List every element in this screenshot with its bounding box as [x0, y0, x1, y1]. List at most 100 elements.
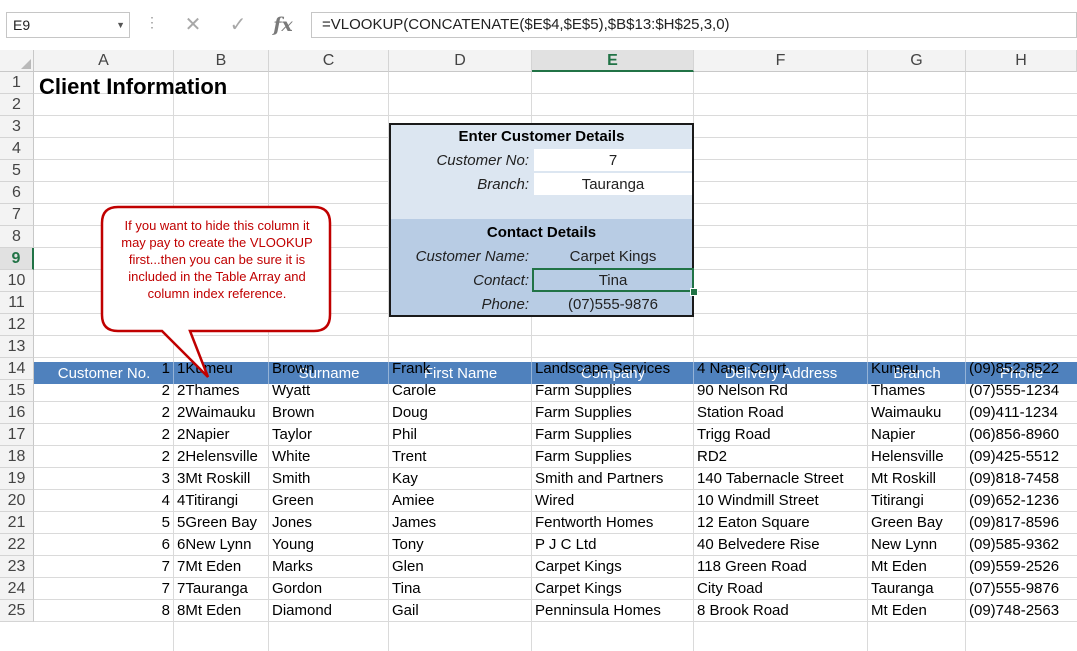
row-header-9[interactable]: 9 — [0, 248, 34, 270]
table-cell[interactable]: Frank — [392, 358, 531, 380]
table-cell[interactable]: 90 Nelson Rd — [697, 380, 867, 402]
phone-value[interactable]: (07)555-9876 — [534, 293, 692, 315]
table-cell[interactable]: Titirangi — [871, 490, 965, 512]
table-cell[interactable]: 7Tauranga — [177, 578, 268, 600]
table-cell[interactable]: 2 — [34, 402, 170, 424]
row-header-7[interactable]: 7 — [0, 204, 34, 226]
table-cell[interactable]: Kumeu — [871, 358, 965, 380]
table-cell[interactable]: 2 — [34, 446, 170, 468]
table-cell[interactable]: 4 — [34, 490, 170, 512]
table-cell[interactable]: Mt Roskill — [871, 468, 965, 490]
table-cell[interactable]: Farm Supplies — [535, 446, 693, 468]
table-cell[interactable]: 8Mt Eden — [177, 600, 268, 622]
table-cell[interactable]: James — [392, 512, 531, 534]
table-cell[interactable]: 2Helensville — [177, 446, 268, 468]
table-cell[interactable]: Glen — [392, 556, 531, 578]
table-cell[interactable]: 8 — [34, 600, 170, 622]
table-cell[interactable]: Diamond — [272, 600, 388, 622]
row-header-6[interactable]: 6 — [0, 182, 34, 204]
table-cell[interactable]: Farm Supplies — [535, 402, 693, 424]
customer-name-value[interactable]: Carpet Kings — [534, 245, 692, 267]
table-cell[interactable]: (09)652-1236 — [969, 490, 1076, 512]
table-cell[interactable]: 7 — [34, 578, 170, 600]
formula-input[interactable]: =VLOOKUP(CONCATENATE($E$4,$E$5),$B$13:$H… — [311, 12, 1077, 38]
table-cell[interactable]: Jones — [272, 512, 388, 534]
row-header-14[interactable]: 14 — [0, 358, 34, 380]
table-cell[interactable]: Gail — [392, 600, 531, 622]
column-header-f[interactable]: F — [694, 50, 868, 72]
branch-value[interactable]: Tauranga — [534, 173, 692, 195]
row-header-19[interactable]: 19 — [0, 468, 34, 490]
sheet-title[interactable]: Client Information — [39, 74, 227, 100]
table-cell[interactable]: Trent — [392, 446, 531, 468]
table-cell[interactable]: (09)425-5512 — [969, 446, 1076, 468]
row-header-21[interactable]: 21 — [0, 512, 34, 534]
table-cell[interactable]: Brown — [272, 402, 388, 424]
row-header-10[interactable]: 10 — [0, 270, 34, 292]
table-cell[interactable]: Wired — [535, 490, 693, 512]
table-cell[interactable]: Station Road — [697, 402, 867, 424]
more-options-icon[interactable]: ⋮ — [145, 14, 159, 31]
insert-function-icon[interactable]: fx — [268, 12, 298, 38]
table-cell[interactable]: (09)585-9362 — [969, 534, 1076, 556]
table-cell[interactable]: (07)555-9876 — [969, 578, 1076, 600]
table-cell[interactable]: Carpet Kings — [535, 556, 693, 578]
fill-handle[interactable] — [690, 288, 698, 296]
table-cell[interactable]: RD2 — [697, 446, 867, 468]
table-cell[interactable]: (09)559-2526 — [969, 556, 1076, 578]
table-cell[interactable]: (09)818-7458 — [969, 468, 1076, 490]
table-cell[interactable]: (06)856-8960 — [969, 424, 1076, 446]
table-cell[interactable]: Mt Eden — [871, 556, 965, 578]
table-cell[interactable]: 12 Eaton Square — [697, 512, 867, 534]
row-header-25[interactable]: 25 — [0, 600, 34, 622]
row-header-2[interactable]: 2 — [0, 94, 34, 116]
table-cell[interactable]: 7Mt Eden — [177, 556, 268, 578]
table-cell[interactable]: Helensville — [871, 446, 965, 468]
table-cell[interactable]: (09)748-2563 — [969, 600, 1076, 622]
table-cell[interactable]: City Road — [697, 578, 867, 600]
column-header-b[interactable]: B — [174, 50, 269, 72]
table-cell[interactable]: Young — [272, 534, 388, 556]
row-header-18[interactable]: 18 — [0, 446, 34, 468]
row-header-13[interactable]: 13 — [0, 336, 34, 358]
table-cell[interactable]: (09)411-1234 — [969, 402, 1076, 424]
table-cell[interactable]: Fentworth Homes — [535, 512, 693, 534]
column-header-e[interactable]: E — [532, 50, 694, 72]
table-cell[interactable]: 2 — [34, 424, 170, 446]
table-cell[interactable]: 140 Tabernacle Street — [697, 468, 867, 490]
table-cell[interactable]: New Lynn — [871, 534, 965, 556]
table-cell[interactable]: Waimauku — [871, 402, 965, 424]
table-cell[interactable]: 7 — [34, 556, 170, 578]
table-cell[interactable]: 2Waimauku — [177, 402, 268, 424]
row-header-15[interactable]: 15 — [0, 380, 34, 402]
table-cell[interactable]: Carole — [392, 380, 531, 402]
check-icon[interactable]: ✓ — [223, 12, 253, 38]
table-cell[interactable]: Carpet Kings — [535, 578, 693, 600]
table-cell[interactable]: Gordon — [272, 578, 388, 600]
table-cell[interactable]: Landscape Services — [535, 358, 693, 380]
table-cell[interactable]: Phil — [392, 424, 531, 446]
cancel-icon[interactable]: ✕ — [178, 12, 208, 38]
row-header-20[interactable]: 20 — [0, 490, 34, 512]
row-header-8[interactable]: 8 — [0, 226, 34, 248]
table-cell[interactable]: 118 Green Road — [697, 556, 867, 578]
table-cell[interactable]: Farm Supplies — [535, 424, 693, 446]
table-cell[interactable]: 3Mt Roskill — [177, 468, 268, 490]
table-cell[interactable]: Smith — [272, 468, 388, 490]
table-cell[interactable]: 6 — [34, 534, 170, 556]
table-cell[interactable]: 40 Belvedere Rise — [697, 534, 867, 556]
table-cell[interactable]: 6New Lynn — [177, 534, 268, 556]
table-cell[interactable]: Tina — [392, 578, 531, 600]
table-cell[interactable]: Trigg Road — [697, 424, 867, 446]
table-cell[interactable]: Tony — [392, 534, 531, 556]
table-cell[interactable]: Penninsula Homes — [535, 600, 693, 622]
table-cell[interactable]: P J C Ltd — [535, 534, 693, 556]
row-header-5[interactable]: 5 — [0, 160, 34, 182]
table-cell[interactable]: Marks — [272, 556, 388, 578]
row-header-11[interactable]: 11 — [0, 292, 34, 314]
table-cell[interactable]: 2Napier — [177, 424, 268, 446]
customer-no-value[interactable]: 7 — [534, 149, 692, 171]
table-cell[interactable]: 8 Brook Road — [697, 600, 867, 622]
table-cell[interactable]: Smith and Partners — [535, 468, 693, 490]
column-header-h[interactable]: H — [966, 50, 1077, 72]
